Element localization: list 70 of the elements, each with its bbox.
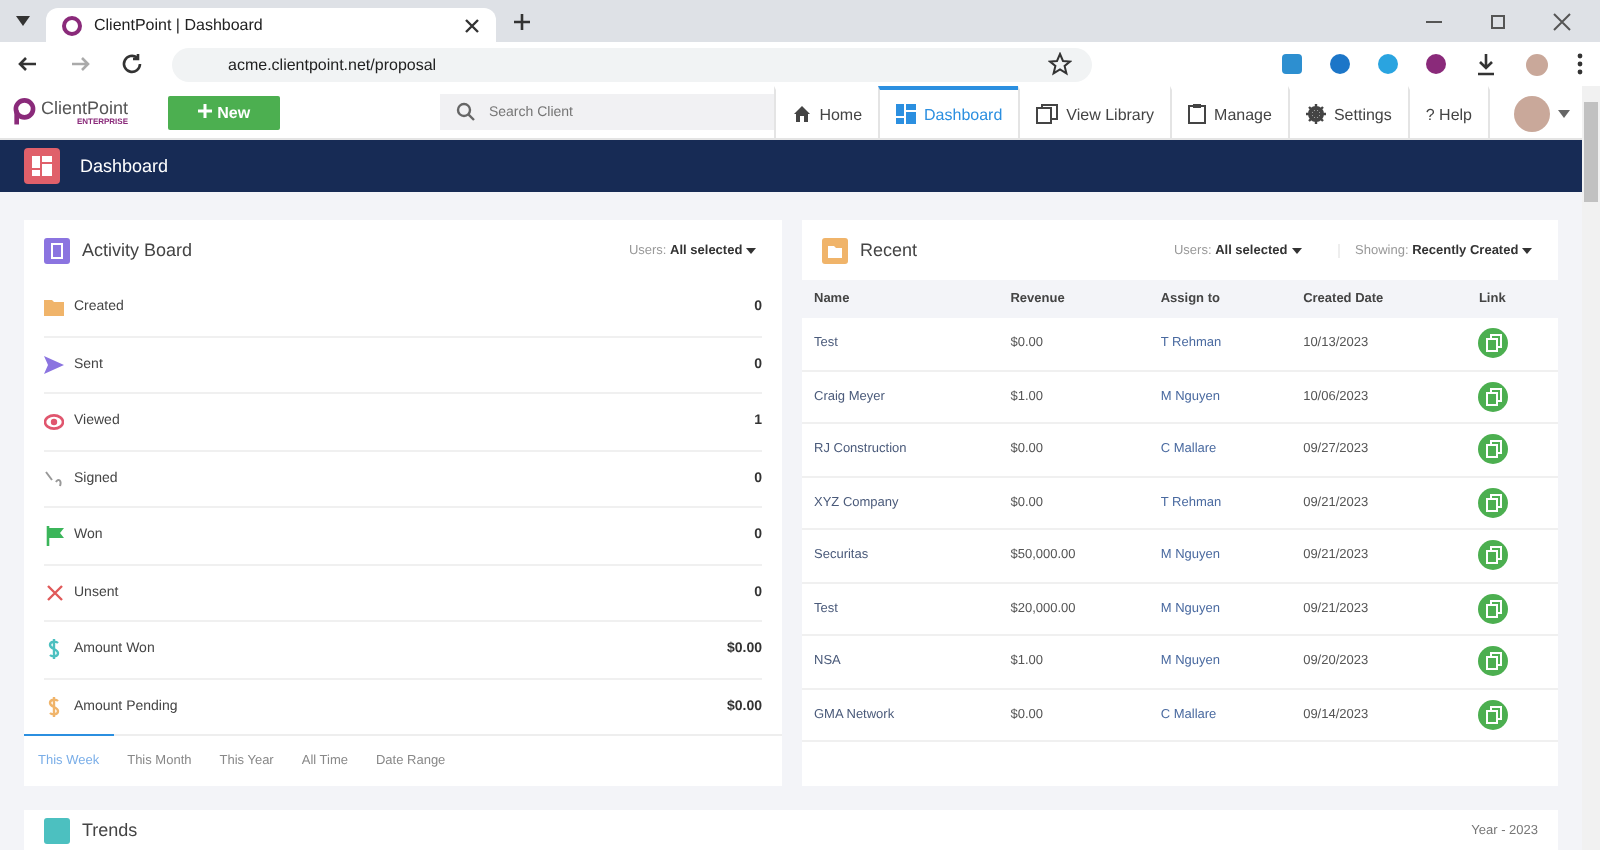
signature-icon	[44, 469, 64, 488]
clipboard-icon	[44, 237, 70, 263]
nav-tab[interactable]: View Library	[1018, 86, 1171, 138]
send-icon	[44, 355, 64, 374]
card-title: Trends	[82, 820, 138, 840]
search-icon	[456, 102, 477, 122]
clipboard-icon	[1188, 104, 1207, 124]
folder-icon	[822, 237, 848, 263]
copy-icon	[1485, 493, 1502, 512]
copy-link-button[interactable]	[1478, 434, 1509, 465]
copy-icon	[1485, 546, 1502, 565]
cross-icon	[44, 583, 64, 602]
reload-icon[interactable]	[120, 52, 144, 76]
logo-icon	[62, 15, 82, 35]
download-icon[interactable]	[1474, 52, 1498, 76]
scrollbar[interactable]	[1582, 86, 1600, 850]
copy-link-button[interactable]	[1478, 540, 1509, 571]
restore-icon[interactable]	[1488, 11, 1508, 31]
nav-tab[interactable]: Home	[773, 86, 879, 138]
browser-tab[interactable]: ClientPoint | Dashboard	[46, 8, 496, 42]
back-icon[interactable]	[16, 52, 40, 76]
copy-icon	[1485, 652, 1502, 671]
avatar[interactable]	[1526, 53, 1548, 75]
nav-tab[interactable]: Settings	[1287, 86, 1408, 138]
dollar-icon	[44, 638, 64, 661]
dashboard-icon	[24, 148, 60, 184]
copy-link-button[interactable]	[1478, 381, 1509, 412]
tab-title: ClientPoint | Dashboard	[94, 16, 265, 34]
extension-icon[interactable]	[1426, 54, 1446, 74]
copy-link-button[interactable]	[1478, 646, 1509, 677]
eye-icon	[44, 413, 64, 430]
more-icon[interactable]	[1576, 52, 1584, 76]
address-bar[interactable]: acme.clientpoint.net/proposal	[172, 47, 1092, 81]
settings-icon	[1305, 104, 1326, 124]
copy-link-button[interactable]	[1478, 593, 1509, 624]
logo-text: ClientPoint	[40, 99, 128, 117]
close-icon[interactable]	[464, 17, 480, 33]
copy-link-button[interactable]	[1478, 487, 1509, 518]
plus-icon	[198, 103, 213, 117]
new-tab-icon[interactable]	[512, 11, 532, 31]
caret-icon[interactable]	[16, 16, 30, 26]
close-icon[interactable]	[1552, 11, 1572, 31]
books-icon	[1036, 104, 1059, 124]
folder-icon	[44, 298, 64, 317]
extension-icon[interactable]	[1330, 54, 1350, 74]
copy-link-button[interactable]	[1478, 699, 1509, 730]
card-title: Activity Board	[82, 240, 193, 260]
dashboard-icon	[896, 104, 917, 124]
page-title: Dashboard	[80, 156, 169, 176]
caret-icon	[1522, 247, 1532, 253]
copy-icon	[1485, 334, 1502, 353]
caret-icon	[1291, 247, 1302, 253]
avatar	[1514, 96, 1550, 132]
caret-icon	[1558, 110, 1570, 118]
copy-link-button[interactable]	[1478, 328, 1509, 359]
url-text: acme.clientpoint.net/proposal	[228, 55, 439, 73]
home-icon	[791, 104, 812, 124]
star-icon[interactable]	[1048, 52, 1072, 76]
flag-icon	[44, 525, 64, 546]
logo-icon	[12, 94, 37, 130]
nav-tab[interactable]: ? Help	[1407, 86, 1488, 138]
card-title: Recent	[860, 240, 918, 260]
nav-tab[interactable]: Manage	[1170, 86, 1288, 138]
copy-icon	[1485, 705, 1502, 724]
copy-icon	[1485, 440, 1502, 459]
forward-icon[interactable]	[68, 52, 92, 76]
caret-icon	[746, 247, 756, 253]
copy-icon	[1485, 387, 1502, 406]
copy-icon	[1485, 599, 1502, 618]
dollar-icon	[44, 695, 64, 718]
